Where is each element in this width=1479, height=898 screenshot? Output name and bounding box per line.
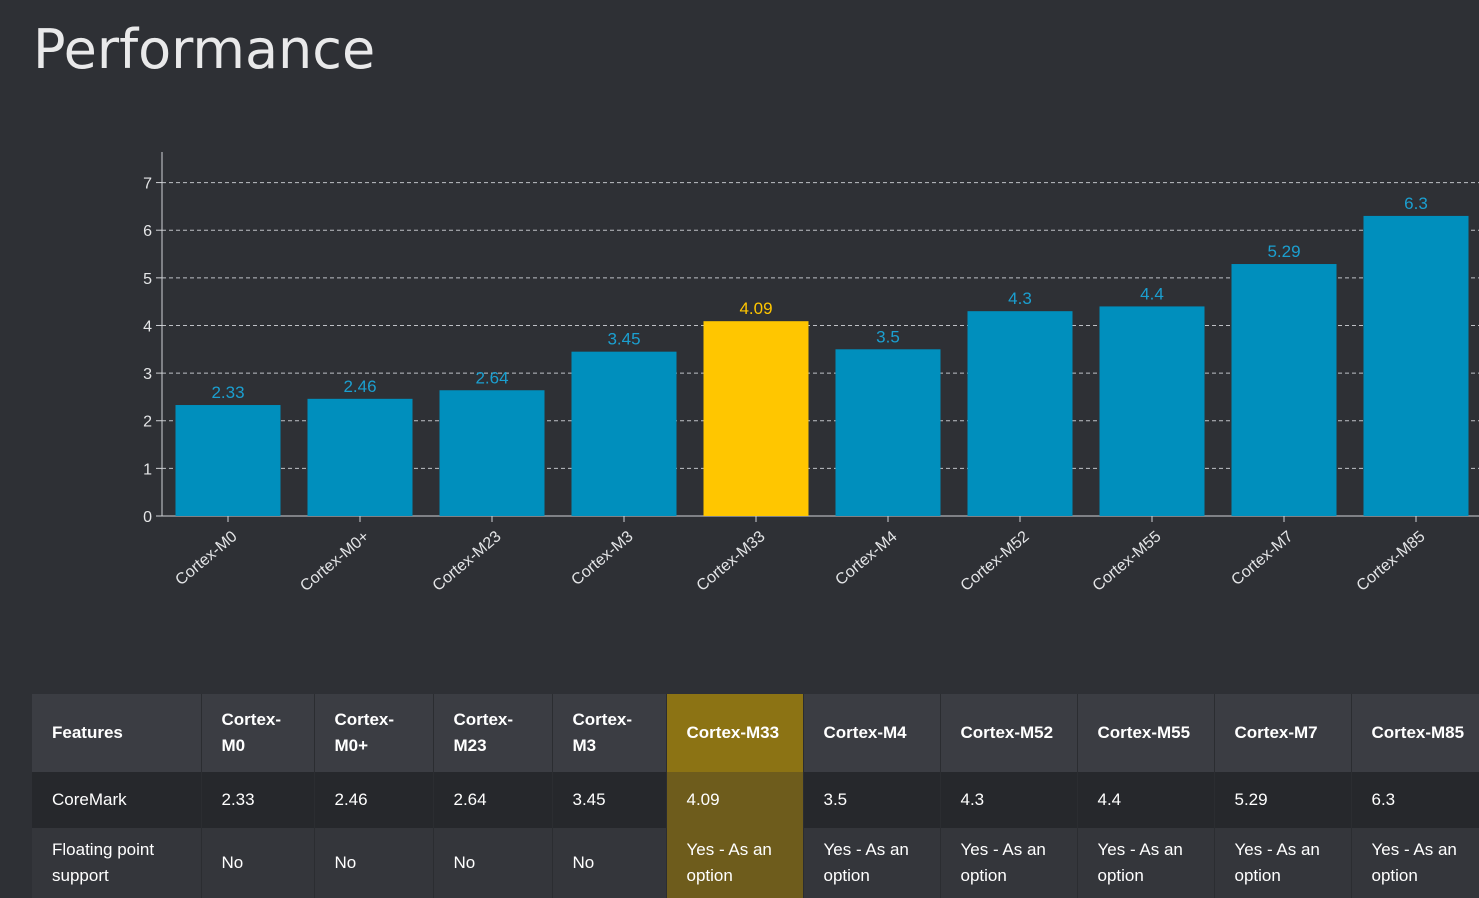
- y-tick-label: 0: [143, 509, 152, 526]
- y-tick-label: 7: [143, 176, 152, 193]
- header-cortex-m3: Cortex-M3: [552, 694, 667, 772]
- bar-cortex-m7: [1231, 264, 1337, 516]
- x-tick-label: Cortex-M52: [958, 528, 1033, 595]
- table-header-row: Features Cortex-M0 Cortex-M0+ Cortex-M23…: [32, 694, 1479, 772]
- bar-cortex-m23: [439, 390, 545, 516]
- y-tick-label: 2: [143, 414, 152, 431]
- header-cortex-m7: Cortex-M7: [1214, 694, 1352, 772]
- bar-cortex-m55: [1099, 306, 1205, 516]
- bar-value-label: 4.09: [739, 299, 772, 318]
- x-tick-label: Cortex-M7: [1228, 528, 1296, 589]
- header-cortex-m0plus: Cortex-M0+: [314, 694, 434, 772]
- bar-cortex-m3: [571, 351, 677, 516]
- table-cell-highlighted: 4.09: [666, 772, 804, 828]
- y-tick-label: 5: [143, 271, 152, 288]
- feature-table: Features Cortex-M0 Cortex-M0+ Cortex-M23…: [32, 694, 1479, 898]
- bar-value-label: 5.29: [1267, 242, 1300, 261]
- table-cell: No: [314, 828, 434, 898]
- bar-value-label: 2.64: [475, 368, 508, 387]
- y-tick-label: 6: [143, 223, 152, 240]
- table-cell: Yes - As an option: [1077, 828, 1215, 898]
- table-cell: No: [552, 828, 667, 898]
- y-tick-label: 3: [143, 366, 152, 383]
- table-cell: Yes - As an option: [803, 828, 941, 898]
- table-cell: 2.46: [314, 772, 434, 828]
- x-tick-label: Cortex-M4: [832, 528, 900, 589]
- x-tick-label: Cortex-M3: [568, 528, 636, 589]
- bar-value-label: 3.5: [876, 327, 900, 346]
- table-cell: Yes - As an option: [1214, 828, 1352, 898]
- table-cell: 3.5: [803, 772, 941, 828]
- header-cortex-m85: Cortex-M85: [1351, 694, 1479, 772]
- x-tick-label: Cortex-M85: [1354, 528, 1429, 595]
- x-tick-label: Cortex-M0+: [297, 528, 372, 595]
- header-cortex-m0: Cortex-M0: [201, 694, 315, 772]
- x-tick-label: Cortex-M23: [430, 528, 505, 595]
- bar-cortex-m85: [1363, 215, 1469, 516]
- table-cell: 2.33: [201, 772, 315, 828]
- bar-cortex-m33: [703, 321, 809, 516]
- header-cortex-m52: Cortex-M52: [940, 694, 1078, 772]
- bar-value-label: 4.3: [1008, 289, 1032, 308]
- table-cell: Yes - As an option: [940, 828, 1078, 898]
- bar-value-label: 2.33: [211, 383, 244, 402]
- table-cell: 4.3: [940, 772, 1078, 828]
- header-cortex-m23: Cortex-M23: [433, 694, 553, 772]
- row-label: CoreMark: [32, 772, 202, 828]
- header-cortex-m4: Cortex-M4: [803, 694, 941, 772]
- table-cell: Yes - As an option: [1351, 828, 1479, 898]
- bar-value-label: 6.3: [1404, 194, 1428, 213]
- table-cell-highlighted: Yes - As an option: [666, 828, 804, 898]
- header-features: Features: [32, 694, 202, 772]
- table-row-floating-point: Floating point support No No No No Yes -…: [32, 828, 1479, 898]
- header-cortex-m55: Cortex-M55: [1077, 694, 1215, 772]
- table-row-coremark: CoreMark 2.33 2.46 2.64 3.45 4.09 3.5 4.…: [32, 772, 1479, 828]
- bar-value-label: 2.46: [343, 377, 376, 396]
- table-cell: No: [433, 828, 553, 898]
- row-label: Floating point support: [32, 828, 202, 898]
- table-cell: 6.3: [1351, 772, 1479, 828]
- header-cortex-m33: Cortex-M33: [666, 694, 804, 772]
- bar-cortex-m4: [835, 349, 941, 516]
- page-title: Performance: [33, 18, 376, 81]
- bar-cortex-m52: [967, 311, 1073, 516]
- bar-cortex-m0: [175, 405, 281, 516]
- table-cell: 2.64: [433, 772, 553, 828]
- y-tick-label: 4: [143, 318, 152, 335]
- table-cell: 3.45: [552, 772, 667, 828]
- performance-bar-chart: 0 1 2 3 4 5 6 7 2.33 Cortex-M0 2.46 Cortex-M0+ 2.64 C…: [143, 152, 1479, 595]
- x-tick-label: Cortex-M33: [694, 528, 769, 595]
- bar-value-label: 3.45: [607, 330, 640, 349]
- bar-value-label: 4.4: [1140, 284, 1164, 303]
- table-cell: No: [201, 828, 315, 898]
- table-cell: 4.4: [1077, 772, 1215, 828]
- x-tick-label: Cortex-M55: [1090, 528, 1165, 595]
- bar-cortex-m0plus: [307, 398, 413, 516]
- x-tick-label: Cortex-M0: [172, 528, 240, 589]
- table-cell: 5.29: [1214, 772, 1352, 828]
- y-tick-label: 1: [143, 461, 152, 478]
